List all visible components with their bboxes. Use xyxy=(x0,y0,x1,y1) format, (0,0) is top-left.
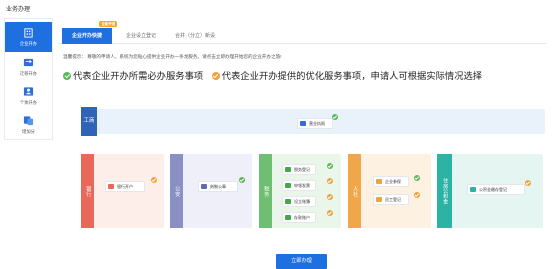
submit-button[interactable]: 立即办理 xyxy=(276,254,327,269)
sidebar-item-label: 迁移开办 xyxy=(19,71,38,76)
item-label: 刻制公章 xyxy=(210,184,226,189)
sidebar-item-enterprise[interactable]: 企业开办 xyxy=(5,22,52,52)
tax-label-text: 税务 xyxy=(263,185,270,197)
item-bank-account[interactable]: 银行开户 xyxy=(105,181,145,192)
tab-enterprise-quick[interactable]: 企业开办快捷 全新开通 xyxy=(62,21,117,44)
tab-label: 企业开办快捷 xyxy=(71,33,102,39)
required-check-icon xyxy=(414,175,420,181)
tab-merge-split[interactable]: 合并（分立）新设 xyxy=(170,28,220,44)
optional-check-icon xyxy=(151,177,157,183)
new-badge: 全新开通 xyxy=(99,21,117,27)
app-title: 业务办理 xyxy=(6,7,31,13)
sidebar: 企业开办 迁移开办 个体开办 增加分 xyxy=(4,18,53,140)
seal-icon xyxy=(201,184,207,189)
police-label: 公安 xyxy=(170,154,183,228)
invoice-icon xyxy=(285,183,291,188)
item-deposit-account[interactable]: 存款账户 xyxy=(282,212,316,223)
item-housing-fund[interactable]: 公积金缴存登记 xyxy=(467,184,525,195)
item-label: 设立账簿 xyxy=(294,199,310,204)
bank-card: 银行 银行开户 xyxy=(81,154,164,228)
tab-label: 合并（分立）新设 xyxy=(174,33,215,39)
sidebar-item-migration[interactable]: 迁移开办 xyxy=(5,52,52,82)
required-check-icon xyxy=(332,114,338,120)
item-label: 存款账户 xyxy=(294,215,310,220)
item-label: 公积金缴存登记 xyxy=(479,187,507,192)
check-green-icon xyxy=(63,71,71,80)
item-label: 员工登记 xyxy=(385,197,401,202)
license-icon xyxy=(300,121,306,126)
sidebar-item-label: 个体开办 xyxy=(19,100,38,105)
item-ledger[interactable]: 设立账簿 xyxy=(282,196,316,207)
gongshang-label: 工商 xyxy=(81,107,97,136)
item-seal[interactable]: 刻制公章 xyxy=(198,181,238,192)
tax-icon xyxy=(285,167,291,172)
transfer-icon xyxy=(23,58,34,67)
optional-check-icon xyxy=(327,178,333,184)
tax-card: 税务 税务登记 申领发票 设立账簿 存款账户 xyxy=(259,154,341,228)
item-label: 银行开户 xyxy=(117,184,133,189)
flow-diagram: 工商 营业执照 银行 银行开户 公安 刻制公章 税务 税务登记 申领发票 设立账… xyxy=(81,93,545,252)
item-insurance[interactable]: 企业参保 xyxy=(373,176,409,187)
fund-label: 住房公积金 xyxy=(437,154,452,228)
item-employee-register[interactable]: 员工登记 xyxy=(373,194,409,205)
check-orange-icon xyxy=(211,71,220,80)
required-check-icon xyxy=(239,177,245,183)
branch-icon xyxy=(23,116,34,126)
item-invoice[interactable]: 申领发票 xyxy=(282,180,316,191)
tab-enterprise-register[interactable]: 企业设立登记 xyxy=(118,28,164,44)
employee-icon xyxy=(376,197,382,202)
main-panel: 企业开办快捷 全新开通 企业设立登记 合并（分立）新设 温馨提示： 尊敬的申请人… xyxy=(55,18,547,268)
social-label: 人社 xyxy=(348,154,361,228)
sidebar-item-branch[interactable]: 增加分 xyxy=(5,110,52,140)
sidebar-item-label: 增加分 xyxy=(22,129,35,134)
tab-bar: 企业开办快捷 全新开通 企业设立登记 合并（分立）新设 xyxy=(58,21,546,44)
social-card: 人社 企业参保 员工登记 xyxy=(348,154,431,228)
bank-label-text: 银行 xyxy=(85,185,92,197)
insurance-icon xyxy=(376,179,382,184)
title-bar: 业务办理 xyxy=(0,0,553,20)
deposit-icon xyxy=(285,215,291,220)
legend-optional: 代表企业开办提供的优化服务事项，申请人可根据实际情况选择 xyxy=(221,71,483,81)
optional-check-icon xyxy=(327,210,333,216)
ledger-icon xyxy=(285,199,291,204)
legend: 代表企业开办所需必办服务事项 代表企业开办提供的优化服务事项，申请人可根据实际情… xyxy=(63,68,482,82)
police-label-text: 公安 xyxy=(174,185,181,197)
bank-label: 银行 xyxy=(81,154,94,228)
tab-label: 企业设立登记 xyxy=(125,33,156,39)
item-label: 申领发票 xyxy=(294,183,310,188)
fund-label-text: 住房公积金 xyxy=(442,178,449,204)
person-icon xyxy=(23,87,34,96)
optional-check-icon xyxy=(327,194,333,200)
item-label: 营业执照 xyxy=(309,121,325,126)
item-label: 企业参保 xyxy=(385,179,401,184)
social-label-text: 人社 xyxy=(352,185,359,197)
item-tax-register[interactable]: 税务登记 xyxy=(282,164,316,175)
optional-check-icon xyxy=(414,192,420,198)
legend-required: 代表企业开办所需必办服务事项 xyxy=(73,71,204,81)
required-check-icon xyxy=(327,163,333,169)
fund-icon xyxy=(470,187,476,192)
bank-icon xyxy=(108,184,114,189)
police-card: 公安 刻制公章 xyxy=(170,154,252,228)
tip-text: 温馨提示： 尊敬的申请人，系统为您贴心提供企业开办一条龙服务。请点击立即办理开始… xyxy=(63,54,282,59)
item-label: 税务登记 xyxy=(294,167,310,172)
sidebar-item-individual[interactable]: 个体开办 xyxy=(5,81,52,111)
building-icon xyxy=(24,28,33,38)
tax-label: 税务 xyxy=(259,154,272,228)
optional-check-icon xyxy=(525,180,531,186)
item-business-license[interactable]: 营业执照 xyxy=(297,118,333,129)
fund-card: 住房公积金 公积金缴存登记 xyxy=(437,154,543,228)
sidebar-item-label: 企业开办 xyxy=(19,41,38,46)
